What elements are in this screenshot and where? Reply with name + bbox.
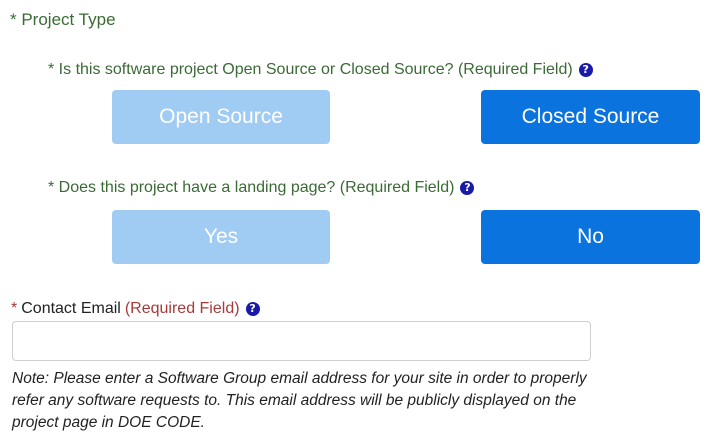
question-circle-icon[interactable]: ? (245, 302, 260, 316)
yes-button[interactable]: Yes (112, 210, 330, 264)
required-field-text: (Required Field) (124, 300, 240, 317)
landing-page-question-label: * Does this project have a landing page?… (48, 179, 455, 196)
open-closed-question-label: * Is this software project Open Source o… (48, 61, 573, 78)
question-circle-icon[interactable]: ? (460, 181, 475, 195)
required-asterisk: * (11, 300, 18, 317)
closed-source-button[interactable]: Closed Source (481, 90, 700, 144)
question-circle-icon[interactable]: ? (578, 63, 593, 77)
email-note: Note: Please enter a Software Group emai… (12, 370, 587, 431)
contact-email-input[interactable] (12, 321, 591, 361)
landing-page-question: * Does this project have a landing page?… (48, 179, 475, 197)
no-button[interactable]: No (481, 210, 700, 264)
contact-email-label: * Contact Email (Required Field) ? (11, 300, 260, 318)
project-type-title: * Project Type (10, 10, 116, 29)
contact-email-label-text: Contact Email (21, 300, 121, 317)
open-closed-question: * Is this software project Open Source o… (48, 61, 593, 79)
open-source-button[interactable]: Open Source (112, 90, 330, 144)
